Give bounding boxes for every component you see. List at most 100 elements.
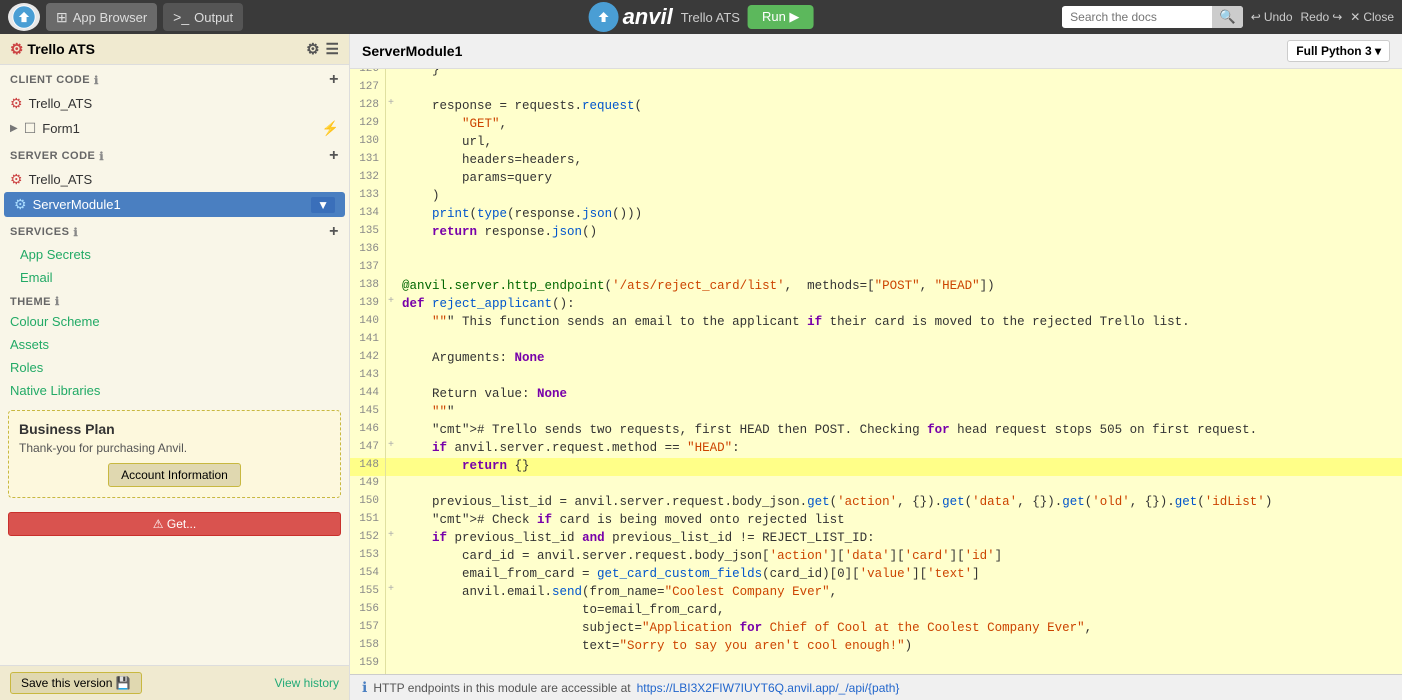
line-code[interactable] [396, 260, 410, 278]
line-number: 127 [350, 80, 386, 98]
module-name: ServerModule1 [362, 43, 462, 59]
line-code[interactable] [396, 368, 410, 386]
line-code[interactable]: params=query [396, 170, 552, 188]
line-code[interactable] [396, 476, 410, 494]
line-code[interactable]: previous_list_id = anvil.server.request.… [396, 494, 1272, 512]
servermodule1-dropdown[interactable]: ▼ [311, 197, 335, 213]
line-code[interactable]: Arguments: None [396, 350, 545, 368]
footer-url-link[interactable]: https://LBI3X2FIW7IUYT6Q.anvil.app/_/api… [637, 681, 900, 695]
line-code[interactable]: """ This function sends an email to the … [396, 314, 1190, 332]
code-line: 145 """ [350, 404, 1402, 422]
line-code[interactable]: """ [396, 404, 455, 422]
settings-icon[interactable]: ⚙ [306, 40, 319, 58]
red-action-button[interactable]: ⚠ Get... [8, 512, 341, 536]
code-line: 156 to=email_from_card, [350, 602, 1402, 620]
line-number: 143 [350, 368, 386, 386]
line-dot [386, 566, 396, 584]
code-line: 152+ if previous_list_id and previous_li… [350, 530, 1402, 548]
code-area[interactable]: 119+ headers = {120 "Accept": "applicati… [350, 69, 1402, 674]
line-code[interactable]: if anvil.server.request.method == "HEAD"… [396, 440, 740, 458]
line-code[interactable] [396, 80, 410, 98]
app-browser-tab[interactable]: ⊞ App Browser [46, 3, 157, 31]
python-version-selector[interactable]: Full Python 3 ▾ [1287, 40, 1390, 62]
line-code[interactable]: def reject_applicant(): [396, 296, 575, 314]
output-icon: >_ [173, 9, 189, 25]
line-code[interactable]: to=email_from_card, [396, 602, 725, 620]
sidebar-link-colour-scheme[interactable]: Colour Scheme [0, 310, 349, 333]
sidebar-link-native-libraries[interactable]: Native Libraries [0, 379, 349, 402]
line-code[interactable] [396, 656, 410, 674]
view-history-link[interactable]: View history [275, 676, 339, 690]
services-info-icon[interactable]: ℹ [73, 226, 78, 239]
server-code-info-icon[interactable]: ℹ [99, 150, 104, 163]
line-code[interactable]: subject="Application for Chief of Cool a… [396, 620, 1092, 638]
sidebar-link-roles[interactable]: Roles [0, 356, 349, 379]
save-version-button[interactable]: Save this version 💾 [10, 672, 142, 694]
line-code[interactable]: return {} [396, 458, 530, 476]
line-code[interactable]: } [396, 69, 440, 80]
add-server-code-icon[interactable]: + [329, 147, 339, 165]
line-code[interactable]: return response.json() [396, 224, 597, 242]
code-line: 155+ anvil.email.send(from_name="Coolest… [350, 584, 1402, 602]
sidebar-item-trello-ats-client[interactable]: ⚙ Trello_ATS [0, 91, 349, 116]
line-code[interactable]: headers=headers, [396, 152, 582, 170]
line-code[interactable]: "GET", [396, 116, 507, 134]
home-logo-button[interactable] [8, 3, 40, 31]
app-name: Trello ATS [681, 10, 740, 25]
run-button[interactable]: Run ▶ [748, 5, 813, 29]
line-code[interactable]: ) [396, 188, 440, 206]
sidebar-link-app-secrets[interactable]: App Secrets [0, 243, 349, 266]
line-number: 158 [350, 638, 386, 656]
line-code[interactable]: Return value: None [396, 386, 567, 404]
sidebar-item-servermodule1[interactable]: ⚙ ServerModule1 ▼ [4, 192, 345, 217]
sidebar-item-trello-ats-server[interactable]: ⚙ Trello_ATS [0, 167, 349, 192]
code-line: 146 "cmt"># Trello sends two requests, f… [350, 422, 1402, 440]
line-code[interactable] [396, 332, 410, 350]
code-line: 140 """ This function sends an email to … [350, 314, 1402, 332]
code-line: 153 card_id = anvil.server.request.body_… [350, 548, 1402, 566]
line-dot [386, 278, 396, 296]
sidebar-item-form1[interactable]: ▶ ☐ Form1 ⚡ [0, 116, 349, 141]
code-line: 149 [350, 476, 1402, 494]
line-code[interactable]: email_from_card = get_card_custom_fields… [396, 566, 980, 584]
code-line: 137 [350, 260, 1402, 278]
line-code[interactable]: if previous_list_id and previous_list_id… [396, 530, 875, 548]
close-button[interactable]: ✕ Close [1350, 10, 1394, 24]
add-services-icon[interactable]: + [329, 223, 339, 241]
line-number: 153 [350, 548, 386, 566]
line-code[interactable]: "cmt"># Check if card is being moved ont… [396, 512, 845, 530]
add-client-code-icon[interactable]: + [329, 71, 339, 89]
line-code[interactable] [396, 242, 410, 260]
line-code[interactable]: card_id = anvil.server.request.body_json… [396, 548, 1002, 566]
line-code[interactable]: print(type(response.json())) [396, 206, 642, 224]
theme-info-icon[interactable]: ℹ [55, 295, 60, 308]
form1-chevron: ▶ [10, 123, 18, 134]
sidebar: ⚙ Trello ATS ⚙ ☰ CLIENT CODE ℹ + ⚙ Trell… [0, 34, 350, 700]
sidebar-link-email[interactable]: Email [0, 266, 349, 289]
line-code[interactable]: url, [396, 134, 492, 152]
line-number: 155 [350, 584, 386, 602]
search-button[interactable]: 🔍 [1212, 6, 1243, 28]
client-code-label: CLIENT CODE [10, 74, 90, 86]
code-line: 151 "cmt"># Check if card is being moved… [350, 512, 1402, 530]
output-tab[interactable]: >_ Output [163, 3, 243, 31]
line-code[interactable]: response = requests.request( [396, 98, 642, 116]
line-code[interactable]: @anvil.server.http_endpoint('/ats/reject… [396, 278, 995, 296]
sidebar-link-assets[interactable]: Assets [0, 333, 349, 356]
line-number: 151 [350, 512, 386, 530]
code-line: 154 email_from_card = get_card_custom_fi… [350, 566, 1402, 584]
redo-button[interactable]: Redo ↪ [1301, 10, 1343, 24]
line-dot [386, 368, 396, 386]
search-input[interactable] [1062, 7, 1212, 27]
line-code[interactable]: text="Sorry to say you aren't cool enoug… [396, 638, 912, 656]
line-code[interactable]: anvil.email.send(from_name="Coolest Comp… [396, 584, 837, 602]
search-box[interactable]: 🔍 [1062, 6, 1243, 28]
gear-icon[interactable]: ☰ [326, 40, 339, 58]
client-code-info-icon[interactable]: ℹ [94, 74, 99, 87]
account-info-button[interactable]: Account Information [108, 463, 241, 487]
app-icon: ⚙ [10, 41, 23, 58]
line-code[interactable]: "cmt"># Trello sends two requests, first… [396, 422, 1257, 440]
server-code-label: SERVER CODE [10, 150, 95, 162]
line-dot [386, 188, 396, 206]
undo-button[interactable]: ↩ Undo [1251, 10, 1293, 24]
